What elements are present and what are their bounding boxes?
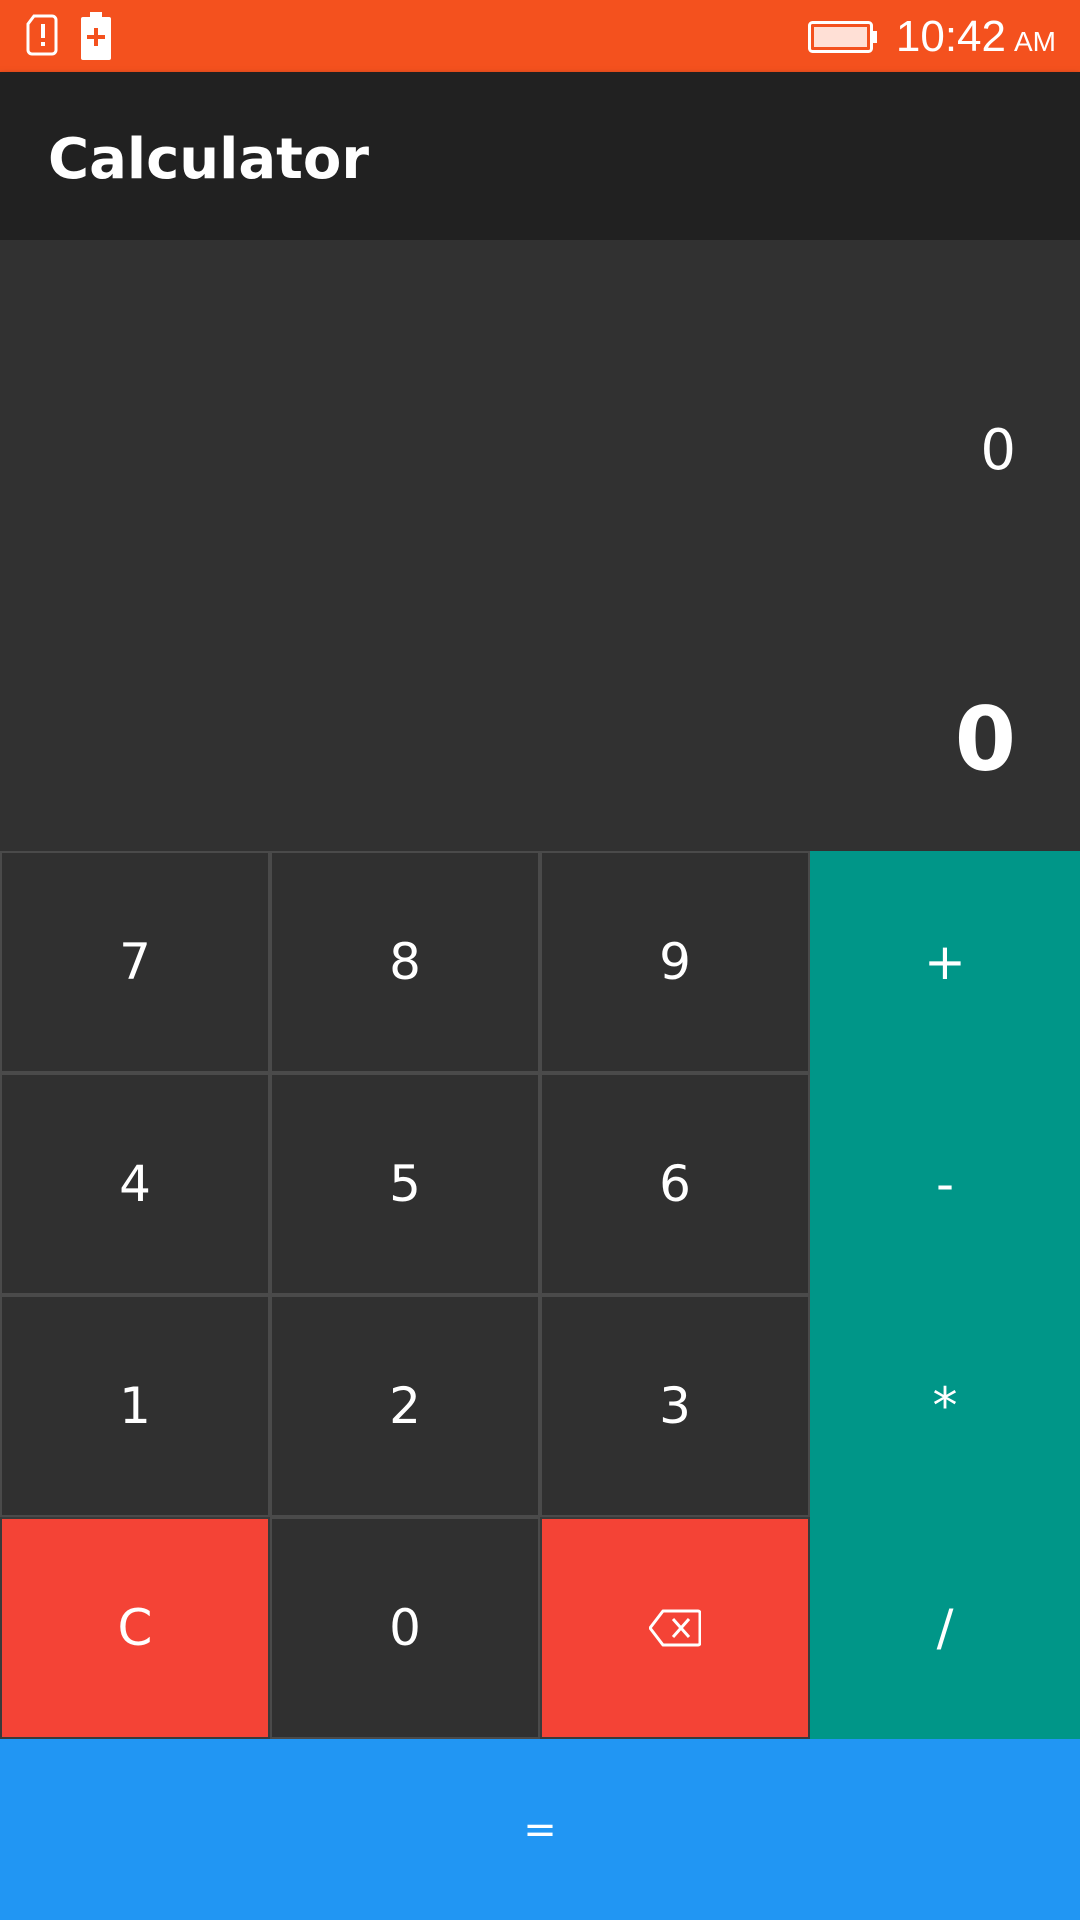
- result-text: 0: [954, 688, 1016, 791]
- key-minus[interactable]: -: [810, 1073, 1080, 1295]
- key-minus-label: -: [935, 1155, 955, 1213]
- key-4[interactable]: 4: [0, 1073, 270, 1295]
- key-clear[interactable]: C: [0, 1517, 270, 1739]
- key-7[interactable]: 7: [0, 851, 270, 1073]
- key-8-label: 8: [389, 933, 421, 991]
- key-backspace[interactable]: [540, 1517, 810, 1739]
- key-7-label: 7: [119, 933, 151, 991]
- key-6[interactable]: 6: [540, 1073, 810, 1295]
- key-3-label: 3: [659, 1377, 691, 1435]
- status-bar: 10:42 AM: [0, 0, 1080, 72]
- key-plus[interactable]: +: [810, 851, 1080, 1073]
- app-bar: Calculator: [0, 72, 1080, 240]
- key-1-label: 1: [119, 1377, 151, 1435]
- battery-alert-icon: [81, 12, 111, 60]
- key-1[interactable]: 1: [0, 1295, 270, 1517]
- key-divide[interactable]: /: [810, 1517, 1080, 1739]
- key-3[interactable]: 3: [540, 1295, 810, 1517]
- expression-text: 0: [980, 418, 1016, 483]
- key-clear-label: C: [117, 1599, 153, 1657]
- key-2-label: 2: [389, 1377, 421, 1435]
- key-plus-label: +: [924, 933, 966, 991]
- key-0[interactable]: 0: [270, 1517, 540, 1739]
- key-9[interactable]: 9: [540, 851, 810, 1073]
- key-equals[interactable]: =: [0, 1739, 1080, 1920]
- key-divide-label: /: [936, 1599, 954, 1657]
- sim-alert-icon: [26, 14, 58, 56]
- key-2[interactable]: 2: [270, 1295, 540, 1517]
- keypad: 7 8 9 + 4 5 6 - 1 2 3 * C 0 /: [0, 851, 1080, 1739]
- key-6-label: 6: [659, 1155, 691, 1213]
- key-0-label: 0: [389, 1599, 421, 1657]
- key-4-label: 4: [119, 1155, 151, 1213]
- key-8[interactable]: 8: [270, 851, 540, 1073]
- clock-ampm: AM: [1014, 26, 1056, 57]
- key-equals-label: =: [523, 1806, 557, 1853]
- key-9-label: 9: [659, 933, 691, 991]
- key-5-label: 5: [389, 1155, 421, 1213]
- key-multiply[interactable]: *: [810, 1295, 1080, 1517]
- calculator-display: 0 0: [0, 240, 1080, 851]
- battery-icon: [808, 21, 877, 53]
- app-title: Calculator: [48, 127, 369, 192]
- key-5[interactable]: 5: [270, 1073, 540, 1295]
- status-clock: 10:42 AM: [895, 12, 1056, 61]
- clock-time: 10:42: [895, 12, 1006, 61]
- backspace-icon: [649, 1609, 701, 1647]
- key-multiply-label: *: [932, 1377, 958, 1435]
